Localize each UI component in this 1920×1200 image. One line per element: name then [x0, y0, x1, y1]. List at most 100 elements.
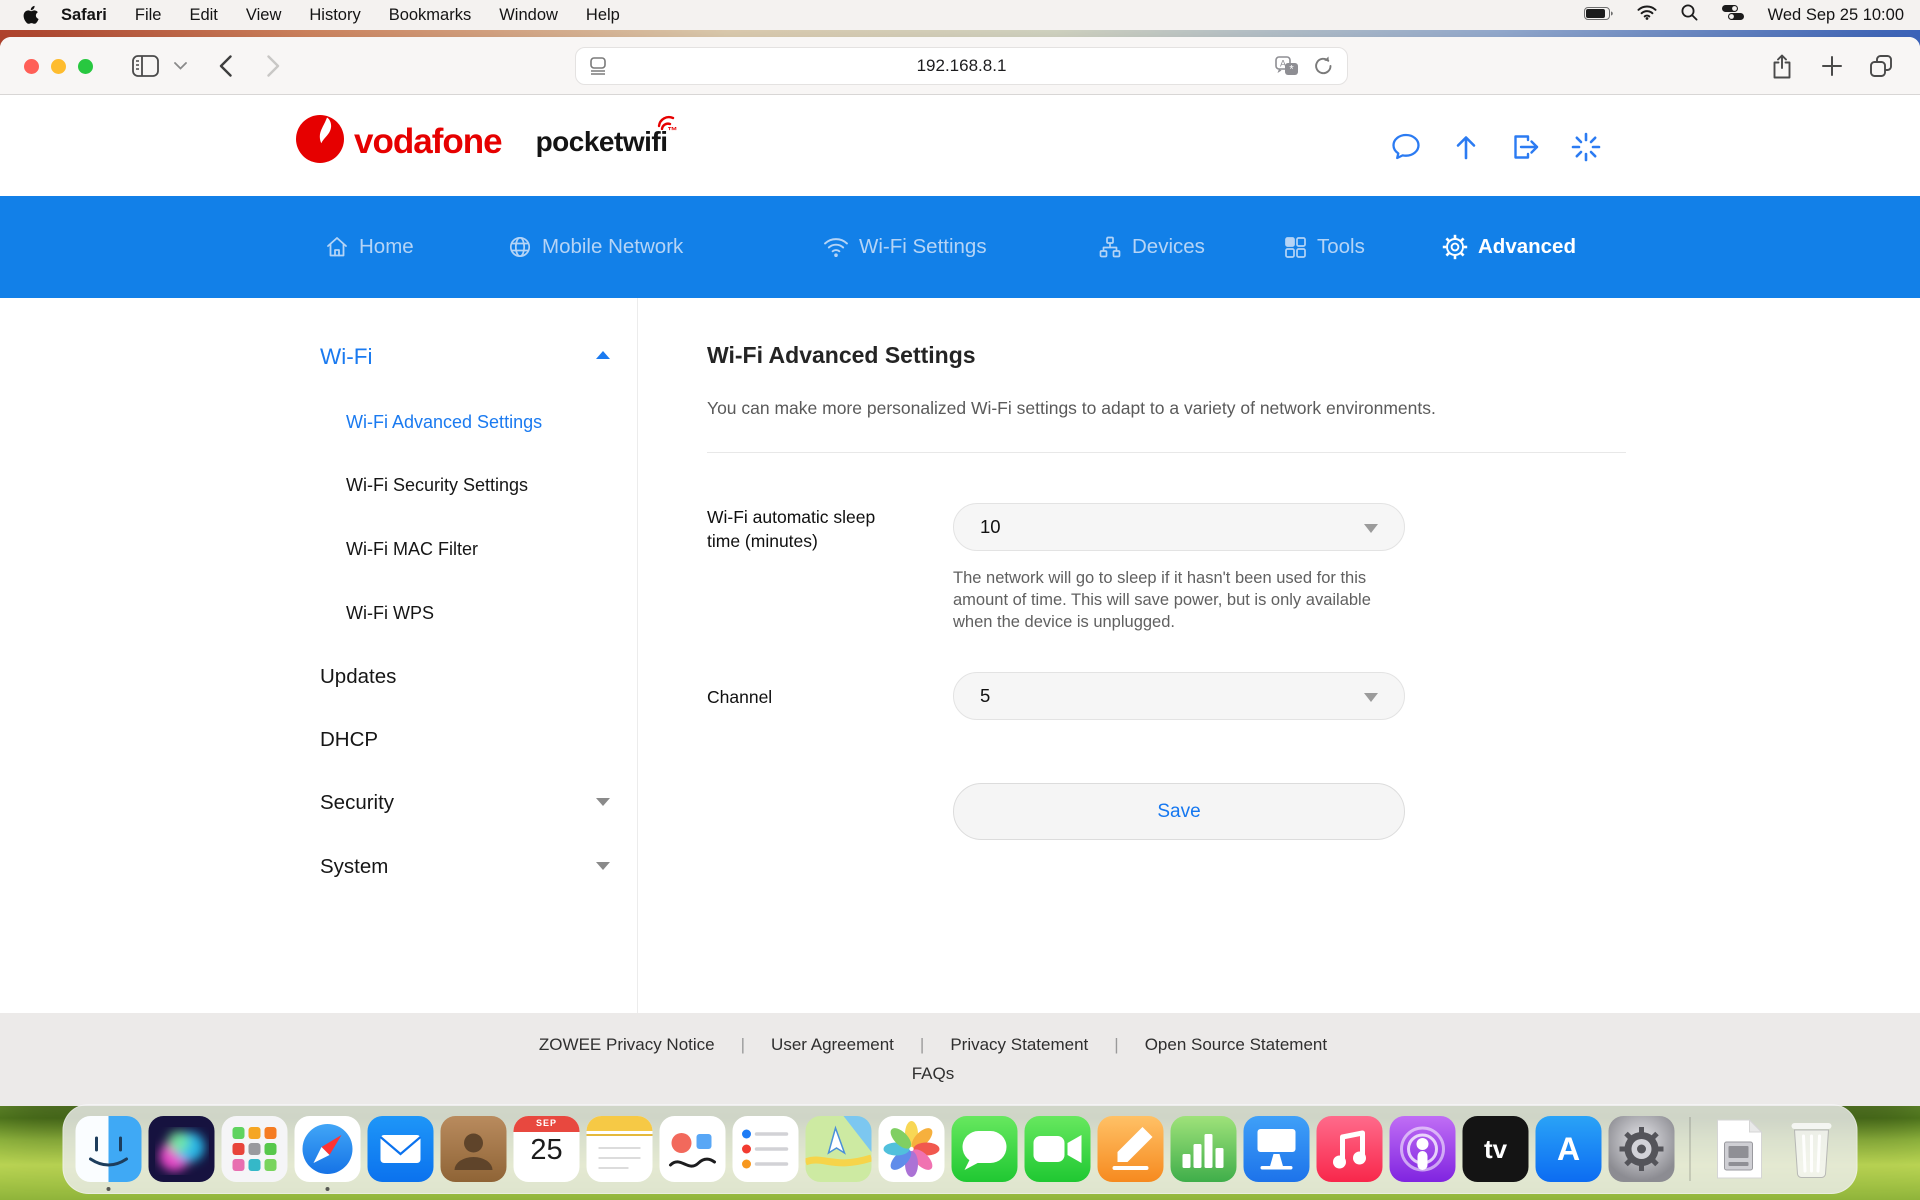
dock-trash-icon[interactable] [1779, 1116, 1845, 1182]
channel-select[interactable]: 5 [953, 672, 1405, 720]
home-icon [325, 235, 349, 259]
dock-pages-icon[interactable] [1098, 1116, 1164, 1182]
footer-separator: | [902, 1035, 942, 1055]
menubar-item-window[interactable]: Window [485, 6, 572, 25]
menubar-clock[interactable]: Wed Sep 25 10:00 [1768, 6, 1904, 25]
nav-item-advanced[interactable]: Advanced [1442, 196, 1576, 298]
menubar-item-bookmarks[interactable]: Bookmarks [375, 6, 486, 25]
dock-messages-icon[interactable] [952, 1116, 1018, 1182]
wifi-arcs-icon [655, 114, 681, 130]
dock-tv-icon[interactable]: tv [1463, 1116, 1529, 1182]
page-description: You can make more personalized Wi-Fi set… [707, 398, 1436, 419]
battery-icon[interactable] [1584, 6, 1613, 25]
dock-settings-icon[interactable] [1609, 1116, 1675, 1182]
dock-finder-icon[interactable] [76, 1116, 142, 1182]
dock-appstore-icon[interactable]: A [1536, 1116, 1602, 1182]
back-button[interactable] [212, 37, 238, 95]
footer-link-open-source[interactable]: Open Source Statement [1137, 1035, 1335, 1055]
sidebar-divider [637, 298, 638, 1013]
dock-launchpad-icon[interactable] [222, 1116, 288, 1182]
nav-item-wifi-settings[interactable]: Wi-Fi Settings [823, 196, 987, 298]
footer-link-privacy-statement[interactable]: Privacy Statement [942, 1035, 1096, 1055]
dock-music-icon[interactable] [1317, 1116, 1383, 1182]
site-header: vodafone pocketwifi™ [0, 95, 1920, 196]
sidebar-item-wifi-wps[interactable]: Wi-Fi WPS [346, 603, 434, 624]
control-center-icon[interactable] [1722, 5, 1744, 25]
channel-value: 5 [980, 685, 990, 707]
expand-arrow-icon[interactable] [596, 798, 610, 806]
sidebar-item-wifi-mac-filter[interactable]: Wi-Fi MAC Filter [346, 539, 478, 560]
url-text[interactable]: 192.168.8.1 [576, 56, 1347, 76]
new-tab-icon[interactable] [1818, 37, 1846, 95]
menubar-item-view[interactable]: View [232, 6, 295, 25]
address-bar[interactable]: 192.168.8.1 A* [575, 47, 1348, 85]
footer-link-user-agreement[interactable]: User Agreement [763, 1035, 902, 1055]
dock-safari-icon[interactable] [295, 1116, 361, 1182]
chevron-down-icon [1364, 693, 1378, 702]
minimize-window-button[interactable] [51, 59, 66, 74]
sleep-time-select[interactable]: 10 [953, 503, 1405, 551]
nav-item-home[interactable]: Home [325, 196, 414, 298]
appstore-label: A [1536, 1116, 1602, 1182]
sidebar-group-wifi[interactable]: Wi-Fi [320, 344, 372, 370]
dock-photos-icon[interactable] [879, 1116, 945, 1182]
footer-link-privacy-notice[interactable]: ZOWEE Privacy Notice [531, 1035, 723, 1055]
sidebar-item-wifi-advanced-settings[interactable]: Wi-Fi Advanced Settings [346, 412, 542, 433]
message-bubble-icon[interactable] [1390, 131, 1422, 163]
nav-item-mobile-network[interactable]: Mobile Network [508, 196, 683, 298]
svg-text:*: * [1289, 64, 1294, 76]
dock-facetime-icon[interactable] [1025, 1116, 1091, 1182]
save-button[interactable]: Save [953, 783, 1405, 840]
menubar-item-help[interactable]: Help [572, 6, 634, 25]
channel-label: Channel [707, 685, 907, 709]
loading-spinner-icon[interactable] [1570, 131, 1602, 163]
close-window-button[interactable] [24, 59, 39, 74]
dock-podcasts-icon[interactable] [1390, 1116, 1456, 1182]
menubar-item-edit[interactable]: Edit [175, 6, 231, 25]
nav-item-label: Home [359, 235, 414, 259]
sidebar-item-wifi-security-settings[interactable]: Wi-Fi Security Settings [346, 475, 528, 496]
tab-overview-icon[interactable] [1866, 37, 1896, 95]
browser-toolbar: 192.168.8.1 A* [0, 37, 1920, 95]
footer-link-faqs[interactable]: FAQs [0, 1064, 1920, 1084]
nav-item-label: Tools [1317, 235, 1365, 259]
wifi-icon [823, 236, 849, 258]
translate-icon[interactable]: A* [1275, 56, 1299, 76]
globe-icon [508, 235, 532, 259]
menubar-item-history[interactable]: History [295, 6, 374, 25]
dock-siri-icon[interactable] [149, 1116, 215, 1182]
dock-freeform-icon[interactable] [660, 1116, 726, 1182]
sidebar-group-updates[interactable]: Updates [320, 665, 396, 689]
section-divider [707, 452, 1626, 453]
dock-installer-file-icon[interactable] [1706, 1116, 1772, 1182]
sidebar-group-security[interactable]: Security [320, 791, 394, 815]
sidebar-group-dhcp[interactable]: DHCP [320, 728, 378, 752]
nav-item-devices[interactable]: Devices [1098, 196, 1205, 298]
dock-calendar-icon[interactable]: SEP 25 [514, 1116, 580, 1182]
sidebar-group-system[interactable]: System [320, 855, 388, 879]
apple-menu-icon[interactable] [22, 5, 39, 25]
zoom-window-button[interactable] [78, 59, 93, 74]
expand-arrow-icon[interactable] [596, 862, 610, 870]
dock-numbers-icon[interactable] [1171, 1116, 1237, 1182]
dock-contacts-icon[interactable] [441, 1116, 507, 1182]
spotlight-search-icon[interactable] [1681, 4, 1698, 26]
menubar-item-safari[interactable]: Safari [47, 6, 121, 25]
share-icon[interactable] [1768, 37, 1796, 95]
sidebar-toggle-icon[interactable] [128, 37, 162, 95]
wifi-status-icon[interactable] [1637, 5, 1657, 25]
calendar-day-label: 25 [514, 1134, 580, 1167]
upload-arrow-icon[interactable] [1450, 131, 1482, 163]
dock-notes-icon[interactable] [587, 1116, 653, 1182]
dock-maps-icon[interactable] [806, 1116, 872, 1182]
reload-icon[interactable] [1314, 56, 1333, 76]
logout-icon[interactable] [1510, 131, 1542, 163]
collapse-arrow-icon[interactable] [596, 351, 610, 359]
dock-reminders-icon[interactable] [733, 1116, 799, 1182]
dock-mail-icon[interactable] [368, 1116, 434, 1182]
sidebar-chevron-down-icon[interactable] [170, 37, 190, 95]
menubar-item-file[interactable]: File [121, 6, 176, 25]
forward-button[interactable] [260, 37, 286, 95]
dock-keynote-icon[interactable] [1244, 1116, 1310, 1182]
nav-item-tools[interactable]: Tools [1283, 196, 1365, 298]
